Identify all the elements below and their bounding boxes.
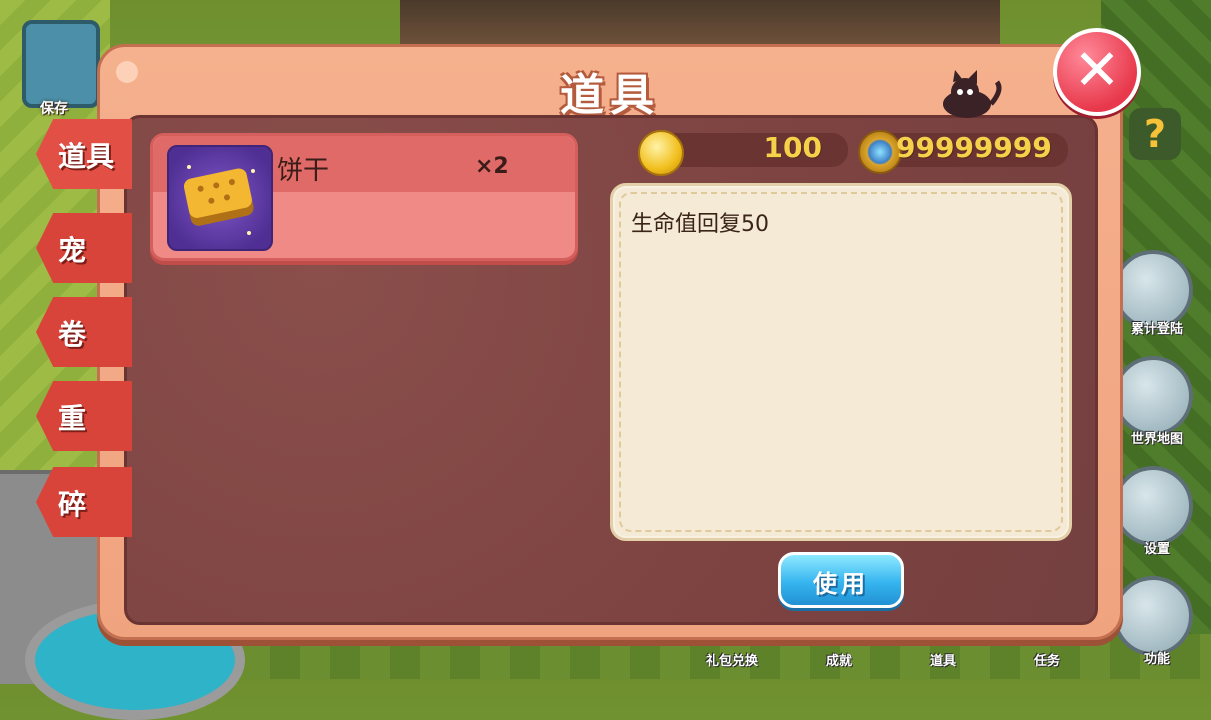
item-slot-biscuit[interactable]: 饼干 ×2 [150,133,578,261]
settings-gear-icon[interactable] [1113,466,1193,546]
item-description: 生命值回复50 [631,212,769,237]
item-description-panel: 生命值回复50 [610,183,1072,541]
tab-items[interactable]: 道具 [36,119,132,189]
close-button[interactable]: ✕ [1053,28,1141,116]
tab-scrolls[interactable]: 卷 [36,297,132,367]
settings-label: 设置 [1143,542,1170,557]
description-border [619,192,1063,532]
tab-pets-label: 宠 [58,234,87,267]
cat-decoration-icon [943,70,1002,118]
coin-amount: 100 [763,131,822,164]
gift-code-label[interactable]: 礼包兑换 [706,650,758,669]
biscuit-icon [167,145,273,251]
login-reward-label: 累计登陆 [1130,322,1183,337]
save-book-icon[interactable] [22,20,100,108]
gold-coin-icon [638,130,684,176]
tab-pets[interactable]: 宠 [36,213,132,283]
item-count: ×2 [475,154,509,179]
world-map-label: 世界地图 [1130,432,1183,447]
world-map-icon[interactable] [1113,356,1193,436]
use-button[interactable]: 使用 [778,552,904,608]
achievement-label[interactable]: 成就 [826,650,852,669]
tab-reset[interactable]: 重 [36,381,132,451]
function-menu-icon[interactable] [1113,576,1193,656]
use-button-label: 使用 [813,570,869,598]
tab-items-label: 道具 [58,140,115,173]
help-button[interactable]: ? [1129,108,1181,160]
tab-fragments[interactable]: 碎 [36,467,132,537]
item-name: 饼干 [277,156,330,186]
tab-fragments-label: 碎 [58,488,87,521]
tab-reset-label: 重 [58,402,87,435]
save-label: 保存 [40,101,68,117]
close-icon: ✕ [1073,38,1121,103]
tab-scrolls-label: 卷 [58,318,87,351]
quest-label[interactable]: 任务 [1034,650,1060,669]
gem-amount: 99999999 [896,131,1052,164]
bottom-items-label[interactable]: 道具 [930,650,956,669]
function-label: 功能 [1143,652,1170,667]
background-building-top [400,0,1000,45]
